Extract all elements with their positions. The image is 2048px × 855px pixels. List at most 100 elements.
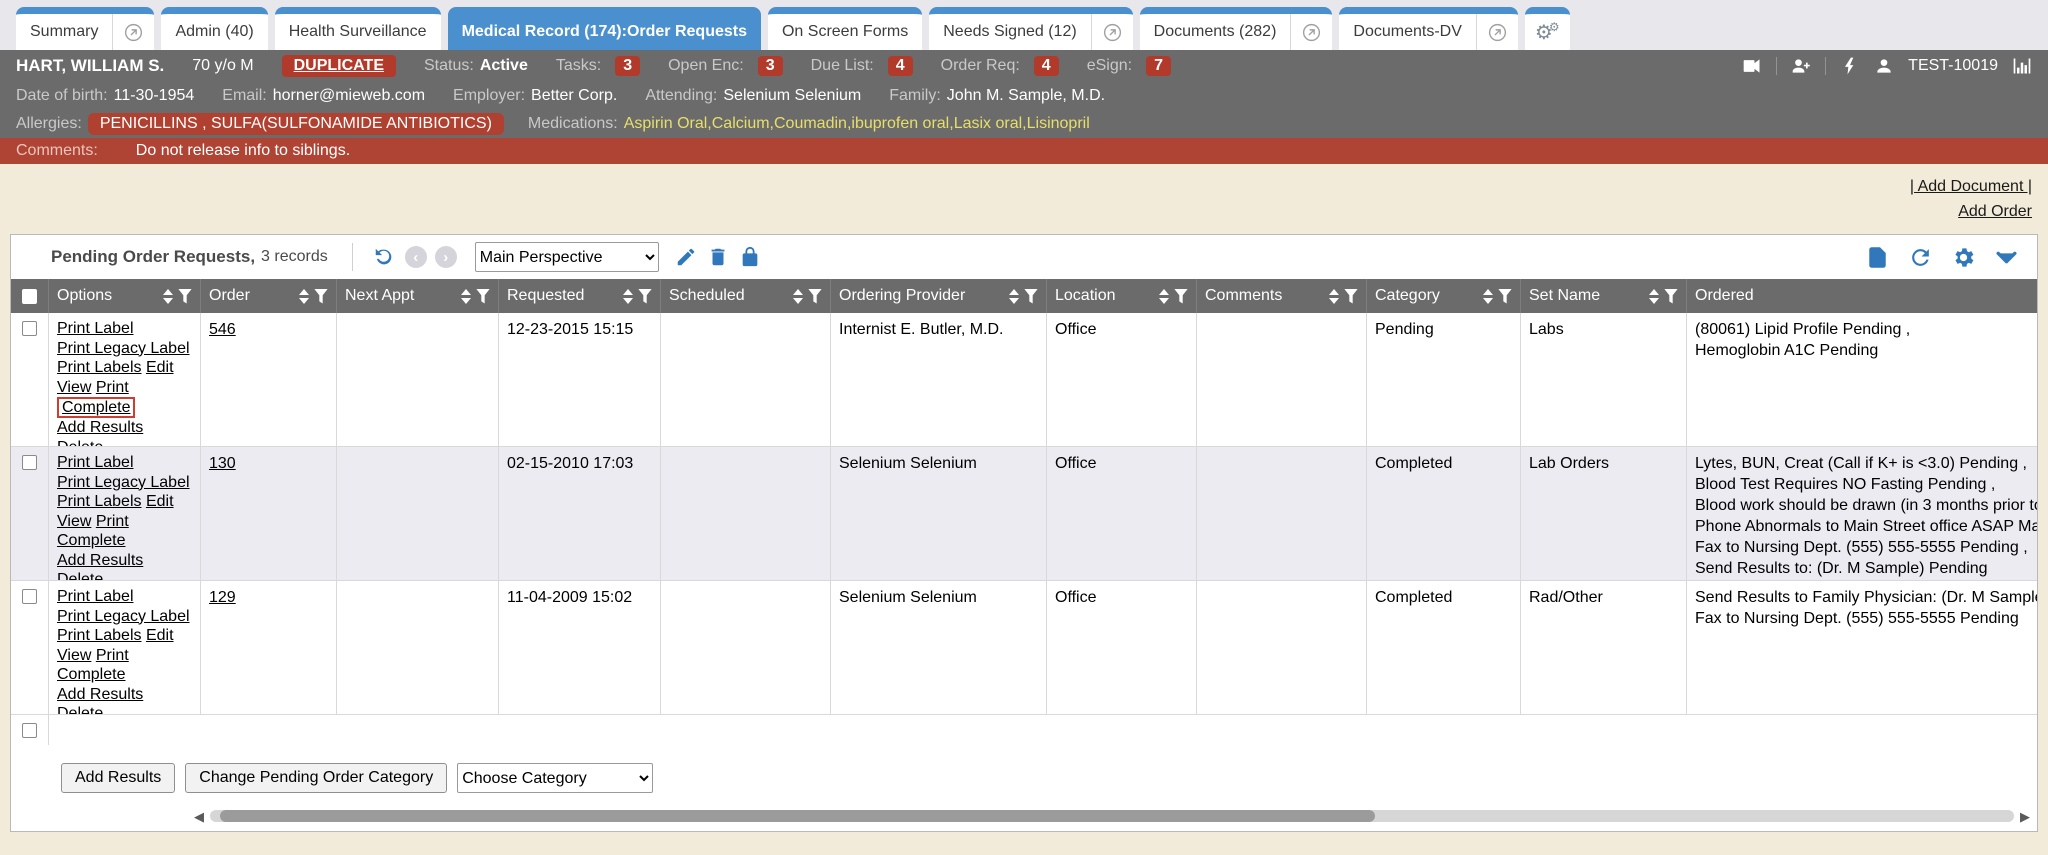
- row-checkbox[interactable]: [22, 589, 37, 604]
- row-checkbox[interactable]: [22, 321, 37, 336]
- medication-link[interactable]: Calcium: [712, 115, 774, 133]
- tab-health-surveillance[interactable]: Health Surveillance: [275, 7, 441, 50]
- add-results-link[interactable]: Add Results: [57, 686, 143, 703]
- sort-icon[interactable]: [299, 289, 309, 304]
- tab-documents[interactable]: Documents (282): [1140, 7, 1333, 50]
- popup-icon[interactable]: [112, 14, 154, 50]
- edit-pencil-icon[interactable]: [675, 246, 697, 268]
- print-legacy-label-link[interactable]: Print Legacy Label: [57, 474, 190, 491]
- complete-link[interactable]: Complete: [57, 532, 125, 549]
- lock-icon[interactable]: [739, 246, 761, 268]
- add-user-icon[interactable]: [1791, 56, 1811, 76]
- sort-icon[interactable]: [623, 289, 633, 304]
- document-icon[interactable]: [1865, 245, 1890, 270]
- print-link[interactable]: Print: [96, 647, 129, 664]
- print-legacy-label-link[interactable]: Print Legacy Label: [57, 340, 190, 357]
- print-label-link[interactable]: Print Label: [57, 320, 134, 337]
- filter-icon[interactable]: [1664, 289, 1678, 304]
- due-list-count-badge[interactable]: 4: [888, 56, 913, 76]
- user-icon[interactable]: [1874, 56, 1894, 76]
- print-label-link[interactable]: Print Label: [57, 588, 134, 605]
- tab-needs-signed[interactable]: Needs Signed (12): [929, 7, 1132, 50]
- tab-medical-record-order-requests[interactable]: Medical Record (174):Order Requests: [448, 7, 761, 50]
- medication-link[interactable]: Aspirin Oral: [624, 115, 712, 133]
- medication-link[interactable]: Coumadin: [774, 115, 851, 133]
- tab-on-screen-forms[interactable]: On Screen Forms: [768, 7, 922, 50]
- filter-icon[interactable]: [638, 289, 652, 304]
- scrollbar-track[interactable]: [210, 810, 2014, 822]
- collapse-chevron-icon[interactable]: [1994, 245, 2019, 270]
- delete-link[interactable]: Delete: [57, 571, 103, 580]
- tab-settings-gears-icon[interactable]: ⚙⚙: [1525, 7, 1570, 50]
- sort-icon[interactable]: [461, 289, 471, 304]
- filter-icon[interactable]: [178, 289, 192, 304]
- next-perspective-icon[interactable]: ›: [435, 246, 457, 268]
- print-label-link[interactable]: Print Label: [57, 454, 134, 471]
- tab-admin[interactable]: Admin (40): [161, 7, 267, 50]
- sort-icon[interactable]: [1159, 289, 1169, 304]
- edit-link[interactable]: Edit: [146, 627, 174, 644]
- complete-link[interactable]: Complete: [57, 666, 125, 683]
- video-camera-icon[interactable]: [1742, 56, 1762, 76]
- add-document-link[interactable]: | Add Document |: [1910, 178, 2032, 195]
- filter-icon[interactable]: [1024, 289, 1038, 304]
- view-link[interactable]: View: [57, 647, 91, 664]
- medication-link[interactable]: ibuprofen oral: [851, 115, 953, 133]
- trash-icon[interactable]: [707, 246, 729, 268]
- filter-icon[interactable]: [1174, 289, 1188, 304]
- edit-link[interactable]: Edit: [146, 493, 174, 510]
- add-results-button[interactable]: Add Results: [61, 763, 175, 793]
- perspective-select[interactable]: Main Perspective: [475, 242, 659, 272]
- scroll-right-arrow[interactable]: ▶: [2017, 810, 2033, 823]
- tasks-count-badge[interactable]: 3: [615, 56, 640, 76]
- duplicate-badge[interactable]: DUPLICATE: [282, 55, 396, 77]
- scroll-left-arrow[interactable]: ◀: [191, 810, 207, 823]
- sort-icon[interactable]: [1649, 289, 1659, 304]
- refresh-icon[interactable]: [1908, 245, 1933, 270]
- tab-documents-dv[interactable]: Documents-DV: [1339, 7, 1517, 50]
- print-link[interactable]: Print: [96, 513, 129, 530]
- select-all-checkbox[interactable]: [22, 289, 37, 304]
- sort-icon[interactable]: [793, 289, 803, 304]
- complete-link[interactable]: Complete: [62, 399, 130, 416]
- scrollbar-thumb[interactable]: [220, 810, 1375, 822]
- print-labels-link[interactable]: Print Labels: [57, 627, 142, 644]
- row-checkbox[interactable]: [22, 455, 37, 470]
- add-results-link[interactable]: Add Results: [57, 419, 143, 436]
- sort-icon[interactable]: [1009, 289, 1019, 304]
- edit-link[interactable]: Edit: [146, 359, 174, 376]
- print-labels-link[interactable]: Print Labels: [57, 493, 142, 510]
- filter-icon[interactable]: [1344, 289, 1358, 304]
- sort-icon[interactable]: [1329, 289, 1339, 304]
- delete-link[interactable]: Delete: [57, 705, 103, 714]
- medication-link[interactable]: Lasix oral: [954, 115, 1027, 133]
- tab-summary[interactable]: Summary: [16, 7, 154, 50]
- row-checkbox[interactable]: [22, 723, 37, 738]
- view-link[interactable]: View: [57, 513, 91, 530]
- popup-icon[interactable]: [1091, 14, 1133, 50]
- order-number-link[interactable]: 546: [209, 321, 236, 338]
- add-results-link[interactable]: Add Results: [57, 552, 143, 569]
- bar-chart-icon[interactable]: [2012, 56, 2032, 76]
- allergies-badge[interactable]: PENICILLINS , SULFA(SULFONAMIDE ANTIBIOT…: [88, 113, 504, 135]
- order-number-link[interactable]: 130: [209, 455, 236, 472]
- sort-icon[interactable]: [1483, 289, 1493, 304]
- esign-count-badge[interactable]: 7: [1146, 56, 1171, 76]
- print-labels-link[interactable]: Print Labels: [57, 359, 142, 376]
- print-link[interactable]: Print: [96, 379, 129, 396]
- order-req-count-badge[interactable]: 4: [1034, 56, 1059, 76]
- lightning-icon[interactable]: [1840, 56, 1860, 76]
- open-enc-count-badge[interactable]: 3: [758, 56, 783, 76]
- change-pending-order-category-button[interactable]: Change Pending Order Category: [185, 763, 447, 793]
- choose-category-select[interactable]: Choose Category: [457, 763, 653, 793]
- filter-icon[interactable]: [314, 289, 328, 304]
- popup-icon[interactable]: [1476, 14, 1518, 50]
- popup-icon[interactable]: [1290, 14, 1332, 50]
- order-number-link[interactable]: 129: [209, 589, 236, 606]
- filter-icon[interactable]: [476, 289, 490, 304]
- filter-icon[interactable]: [1498, 289, 1512, 304]
- print-legacy-label-link[interactable]: Print Legacy Label: [57, 608, 190, 625]
- view-link[interactable]: View: [57, 379, 91, 396]
- sort-icon[interactable]: [163, 289, 173, 304]
- undo-icon[interactable]: [373, 246, 395, 268]
